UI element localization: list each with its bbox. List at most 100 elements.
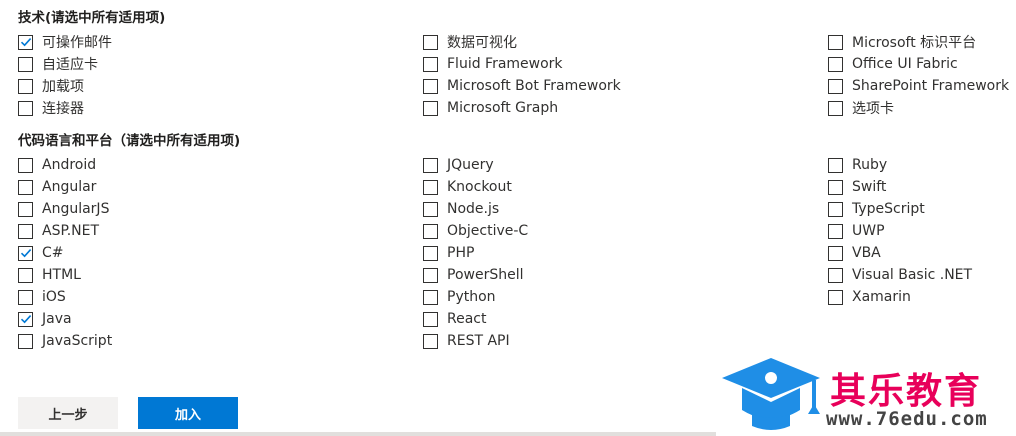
checkbox-box[interactable] [423,157,438,173]
checkbox-box[interactable] [828,100,843,116]
lang-checkbox-angular[interactable]: Angular [18,177,96,197]
checkbox-box[interactable] [18,100,33,116]
lang-checkbox-jquery[interactable]: JQuery [423,155,494,175]
checkbox-label: 自适应卡 [42,57,98,73]
checkbox-label: Node.js [447,201,500,217]
watermark-brand: 其乐教育 [830,371,983,412]
tech-checkbox-fluid-framework[interactable]: Fluid Framework [423,54,563,74]
checkbox-box[interactable] [18,311,33,327]
tech-checkbox-data-visualization[interactable]: 数据可视化 [423,32,517,52]
lang-checkbox-ios[interactable]: iOS [18,287,66,307]
checkbox-box[interactable] [423,245,438,261]
lang-checkbox-ruby[interactable]: Ruby [828,155,887,175]
lang-checkbox-php[interactable]: PHP [423,243,474,263]
checkbox-box[interactable] [18,289,33,305]
lang-checkbox-knockout[interactable]: Knockout [423,177,512,197]
checkbox-box[interactable] [423,34,438,50]
checkbox-box[interactable] [423,201,438,217]
tech-checkbox-actionable-messages[interactable]: 可操作邮件 [18,32,112,52]
tech-checkbox-microsoft-graph[interactable]: Microsoft Graph [423,98,558,118]
previous-button[interactable]: 上一步 [18,397,118,429]
lang-checkbox-objective-c[interactable]: Objective-C [423,221,528,241]
lang-checkbox-typescript[interactable]: TypeScript [828,199,925,219]
checkbox-box[interactable] [18,333,33,349]
checkbox-box[interactable] [828,34,843,50]
checkbox-box[interactable] [423,289,438,305]
checkbox-box[interactable] [423,78,438,94]
checkbox-box[interactable] [828,157,843,173]
checkbox-label: C# [42,245,64,261]
watermark-url: www.76edu.com [826,408,988,430]
lang-checkbox-uwp[interactable]: UWP [828,221,885,241]
lang-checkbox-xamarin[interactable]: Xamarin [828,287,911,307]
checkbox-label: Office UI Fabric [852,56,958,72]
lang-checkbox-visual-basic-net[interactable]: Visual Basic .NET [828,265,972,285]
checkbox-box[interactable] [423,100,438,116]
checkbox-box[interactable] [828,289,843,305]
tech-checkbox-connectors[interactable]: 连接器 [18,98,84,118]
checkbox-box[interactable] [18,157,33,173]
checkbox-label: Swift [852,179,887,195]
lang-checkbox-html[interactable]: HTML [18,265,81,285]
lang-checkbox-vba[interactable]: VBA [828,243,881,263]
checkbox-label: PHP [447,245,475,261]
checkbox-box[interactable] [18,34,33,50]
tech-section-title: 技术(请选中所有适用项) [18,10,166,26]
lang-checkbox-rest-api[interactable]: REST API [423,331,510,351]
tech-checkbox-tabs[interactable]: 选项卡 [828,98,894,118]
checkbox-box[interactable] [828,223,843,239]
checkbox-box[interactable] [18,223,33,239]
checkbox-label: UWP [852,223,885,239]
lang-checkbox-python[interactable]: Python [423,287,496,307]
checkmark-icon [20,315,31,324]
checkbox-label: AngularJS [42,201,110,217]
checkmark-icon [20,38,31,47]
lang-checkbox-angularjs[interactable]: AngularJS [18,199,109,219]
tech-checkbox-sharepoint-framework[interactable]: SharePoint Framework [828,76,1009,96]
checkbox-box[interactable] [423,179,438,195]
lang-checkbox-nodejs[interactable]: Node.js [423,199,499,219]
checkbox-label: 选项卡 [852,101,894,117]
lang-checkbox-csharp[interactable]: C# [18,243,64,263]
checkbox-box[interactable] [18,245,33,261]
checkbox-box[interactable] [423,267,438,283]
tech-checkbox-bot-framework[interactable]: Microsoft Bot Framework [423,76,621,96]
checkbox-label: Microsoft Bot Framework [447,78,621,94]
checkbox-box[interactable] [828,179,843,195]
lang-checkbox-javascript[interactable]: JavaScript [18,331,112,351]
checkbox-box[interactable] [828,267,843,283]
checkbox-box[interactable] [828,245,843,261]
lang-checkbox-aspnet[interactable]: ASP.NET [18,221,99,241]
checkbox-label: Microsoft Graph [447,100,559,116]
checkbox-label: Microsoft 标识平台 [852,35,977,51]
lang-checkbox-powershell[interactable]: PowerShell [423,265,523,285]
tech-checkbox-add-ins[interactable]: 加载项 [18,76,84,96]
checkbox-label: Python [447,289,496,305]
checkbox-box[interactable] [828,56,843,72]
lang-checkbox-swift[interactable]: Swift [828,177,886,197]
checkbox-box[interactable] [828,201,843,217]
checkbox-box[interactable] [18,201,33,217]
tech-checkbox-office-ui-fabric[interactable]: Office UI Fabric [828,54,958,74]
checkbox-label: HTML [42,267,81,283]
checkbox-box[interactable] [423,56,438,72]
checkbox-box[interactable] [18,179,33,195]
checkbox-box[interactable] [18,56,33,72]
lang-checkbox-react[interactable]: React [423,309,486,329]
add-button[interactable]: 加入 [138,397,238,429]
checkbox-box[interactable] [423,333,438,349]
tech-checkbox-identity-platform[interactable]: Microsoft 标识平台 [828,32,976,52]
lang-checkbox-java[interactable]: Java [18,309,72,329]
checkbox-box[interactable] [423,311,438,327]
checkbox-box[interactable] [828,78,843,94]
checkbox-box[interactable] [18,78,33,94]
checkbox-label: 可操作邮件 [42,35,112,51]
lang-checkbox-android[interactable]: Android [18,155,96,175]
checkbox-label: REST API [447,333,510,349]
checkbox-label: Java [42,311,72,327]
checkbox-box[interactable] [18,267,33,283]
tech-checkbox-adaptive-cards[interactable]: 自适应卡 [18,54,98,74]
checkbox-box[interactable] [423,223,438,239]
checkbox-label: Objective-C [447,223,529,239]
checkbox-label: JavaScript [42,333,113,349]
